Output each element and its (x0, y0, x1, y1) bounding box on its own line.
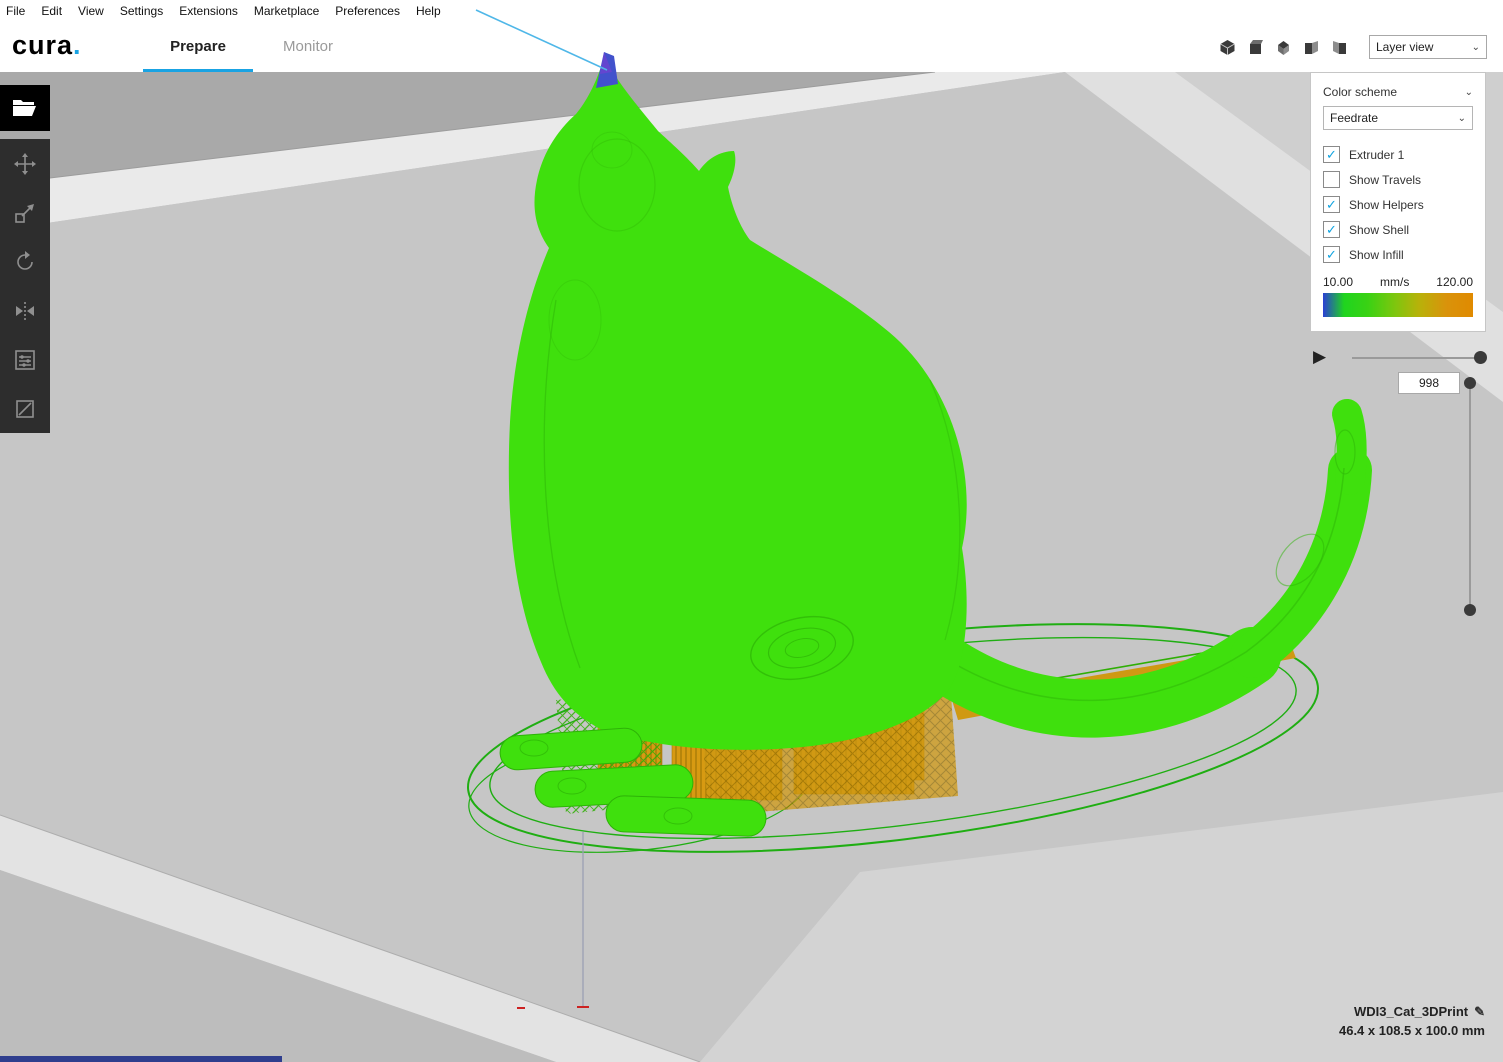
support-blocker-icon (12, 396, 38, 422)
support-blocker-button[interactable] (0, 384, 50, 433)
view-mode-value: Layer view (1376, 40, 1433, 54)
layer-slider-track[interactable] (1469, 383, 1471, 610)
view-top-icon[interactable] (1275, 39, 1292, 56)
show-infill-checkbox[interactable]: ✓ (1323, 246, 1340, 263)
open-folder-icon (12, 97, 38, 119)
view-front-icon[interactable] (1247, 39, 1264, 56)
layer-slider-top-handle[interactable] (1464, 377, 1476, 389)
rotate-icon (12, 249, 38, 275)
model-dimensions: 46.4 x 108.5 x 100.0 mm (1339, 1023, 1485, 1038)
bottom-blue-strip (0, 1056, 282, 1062)
show-travels-checkbox[interactable] (1323, 171, 1340, 188)
menu-item-help[interactable]: Help (416, 4, 441, 18)
range-max: 120.00 (1436, 275, 1473, 289)
tool-column (0, 139, 50, 433)
layer-view-panel: Color scheme ⌄ Feedrate ⌄ ✓ Extruder 1 S… (1310, 72, 1486, 332)
color-scheme-header[interactable]: Color scheme ⌄ (1323, 81, 1473, 103)
option-show-helpers: ✓ Show Helpers (1323, 192, 1473, 217)
option-show-travels: Show Travels (1323, 167, 1473, 192)
color-scheme-select[interactable]: Feedrate ⌄ (1323, 106, 1473, 130)
app-header: cura. Prepare Monitor Layer view ⌄ (0, 22, 1503, 72)
extruder1-label: Extruder 1 (1349, 148, 1404, 162)
scale-icon (12, 200, 38, 226)
menu-item-marketplace[interactable]: Marketplace (254, 4, 319, 18)
mirror-tool-button[interactable] (0, 286, 50, 335)
model-name: WDI3_Cat_3DPrint (1354, 1004, 1468, 1019)
range-min: 10.00 (1323, 275, 1353, 289)
extruder1-checkbox[interactable]: ✓ (1323, 146, 1340, 163)
show-helpers-label: Show Helpers (1349, 198, 1424, 212)
view-mode-dropdown[interactable]: Layer view ⌄ (1369, 35, 1487, 59)
menu-bar: File Edit View Settings Extensions Marke… (0, 0, 1503, 22)
show-helpers-checkbox[interactable]: ✓ (1323, 196, 1340, 213)
chevron-down-icon: ⌄ (1465, 87, 1473, 98)
option-extruder1: ✓ Extruder 1 (1323, 142, 1473, 167)
menu-item-preferences[interactable]: Preferences (335, 4, 400, 18)
playback-slider-handle[interactable] (1474, 351, 1487, 364)
color-scheme-value: Feedrate (1330, 111, 1378, 125)
rotate-tool-button[interactable] (0, 237, 50, 286)
move-icon (12, 151, 38, 177)
menu-item-file[interactable]: File (6, 4, 25, 18)
feedrate-range-labels: 10.00 mm/s 120.00 (1323, 275, 1473, 289)
mirror-icon (12, 298, 38, 324)
stage-tabs: Prepare Monitor (143, 22, 363, 72)
show-travels-label: Show Travels (1349, 173, 1421, 187)
build-plate[interactable] (0, 72, 1503, 1062)
scale-tool-button[interactable] (0, 188, 50, 237)
per-model-settings-icon (12, 347, 38, 373)
layer-option-list: ✓ Extruder 1 Show Travels ✓ Show Helpers… (1323, 142, 1473, 267)
tab-prepare[interactable]: Prepare (143, 22, 253, 72)
per-model-settings-button[interactable] (0, 335, 50, 384)
color-scheme-label: Color scheme (1323, 85, 1397, 99)
option-show-shell: ✓ Show Shell (1323, 217, 1473, 242)
menu-item-view[interactable]: View (78, 4, 104, 18)
cura-logo: cura. (12, 30, 82, 61)
move-tool-button[interactable] (0, 139, 50, 188)
layer-number-field[interactable]: 998 (1398, 372, 1460, 394)
tab-prepare-label: Prepare (170, 38, 226, 55)
open-file-button[interactable] (0, 85, 50, 131)
view-3d-icon[interactable] (1219, 39, 1236, 56)
show-shell-label: Show Shell (1349, 223, 1409, 237)
model-info: WDI3_Cat_3DPrint ✎ 46.4 x 108.5 x 100.0 m… (1339, 1004, 1485, 1038)
view-left-icon[interactable] (1303, 39, 1320, 56)
header-right: Layer view ⌄ (1219, 22, 1487, 72)
show-shell-checkbox[interactable]: ✓ (1323, 221, 1340, 238)
chevron-down-icon: ⌄ (1458, 113, 1466, 124)
menu-item-edit[interactable]: Edit (41, 4, 62, 18)
menu-item-extensions[interactable]: Extensions (179, 4, 238, 18)
view-right-icon[interactable] (1331, 39, 1348, 56)
tab-monitor-label: Monitor (283, 38, 333, 55)
tab-monitor[interactable]: Monitor (253, 22, 363, 72)
playback-slider-track[interactable] (1352, 357, 1484, 359)
option-show-infill: ✓ Show Infill (1323, 242, 1473, 267)
show-infill-label: Show Infill (1349, 248, 1404, 262)
logo-dot: . (73, 30, 82, 60)
layer-slider-bottom-handle[interactable] (1464, 604, 1476, 616)
rename-pencil-icon[interactable]: ✎ (1474, 1004, 1485, 1019)
range-unit: mm/s (1380, 275, 1409, 289)
menu-item-settings[interactable]: Settings (120, 4, 163, 18)
chevron-down-icon: ⌄ (1472, 42, 1480, 53)
tab-active-underline (143, 69, 253, 72)
feedrate-gradient-bar (1323, 293, 1473, 317)
play-button[interactable]: ▶ (1313, 347, 1326, 367)
